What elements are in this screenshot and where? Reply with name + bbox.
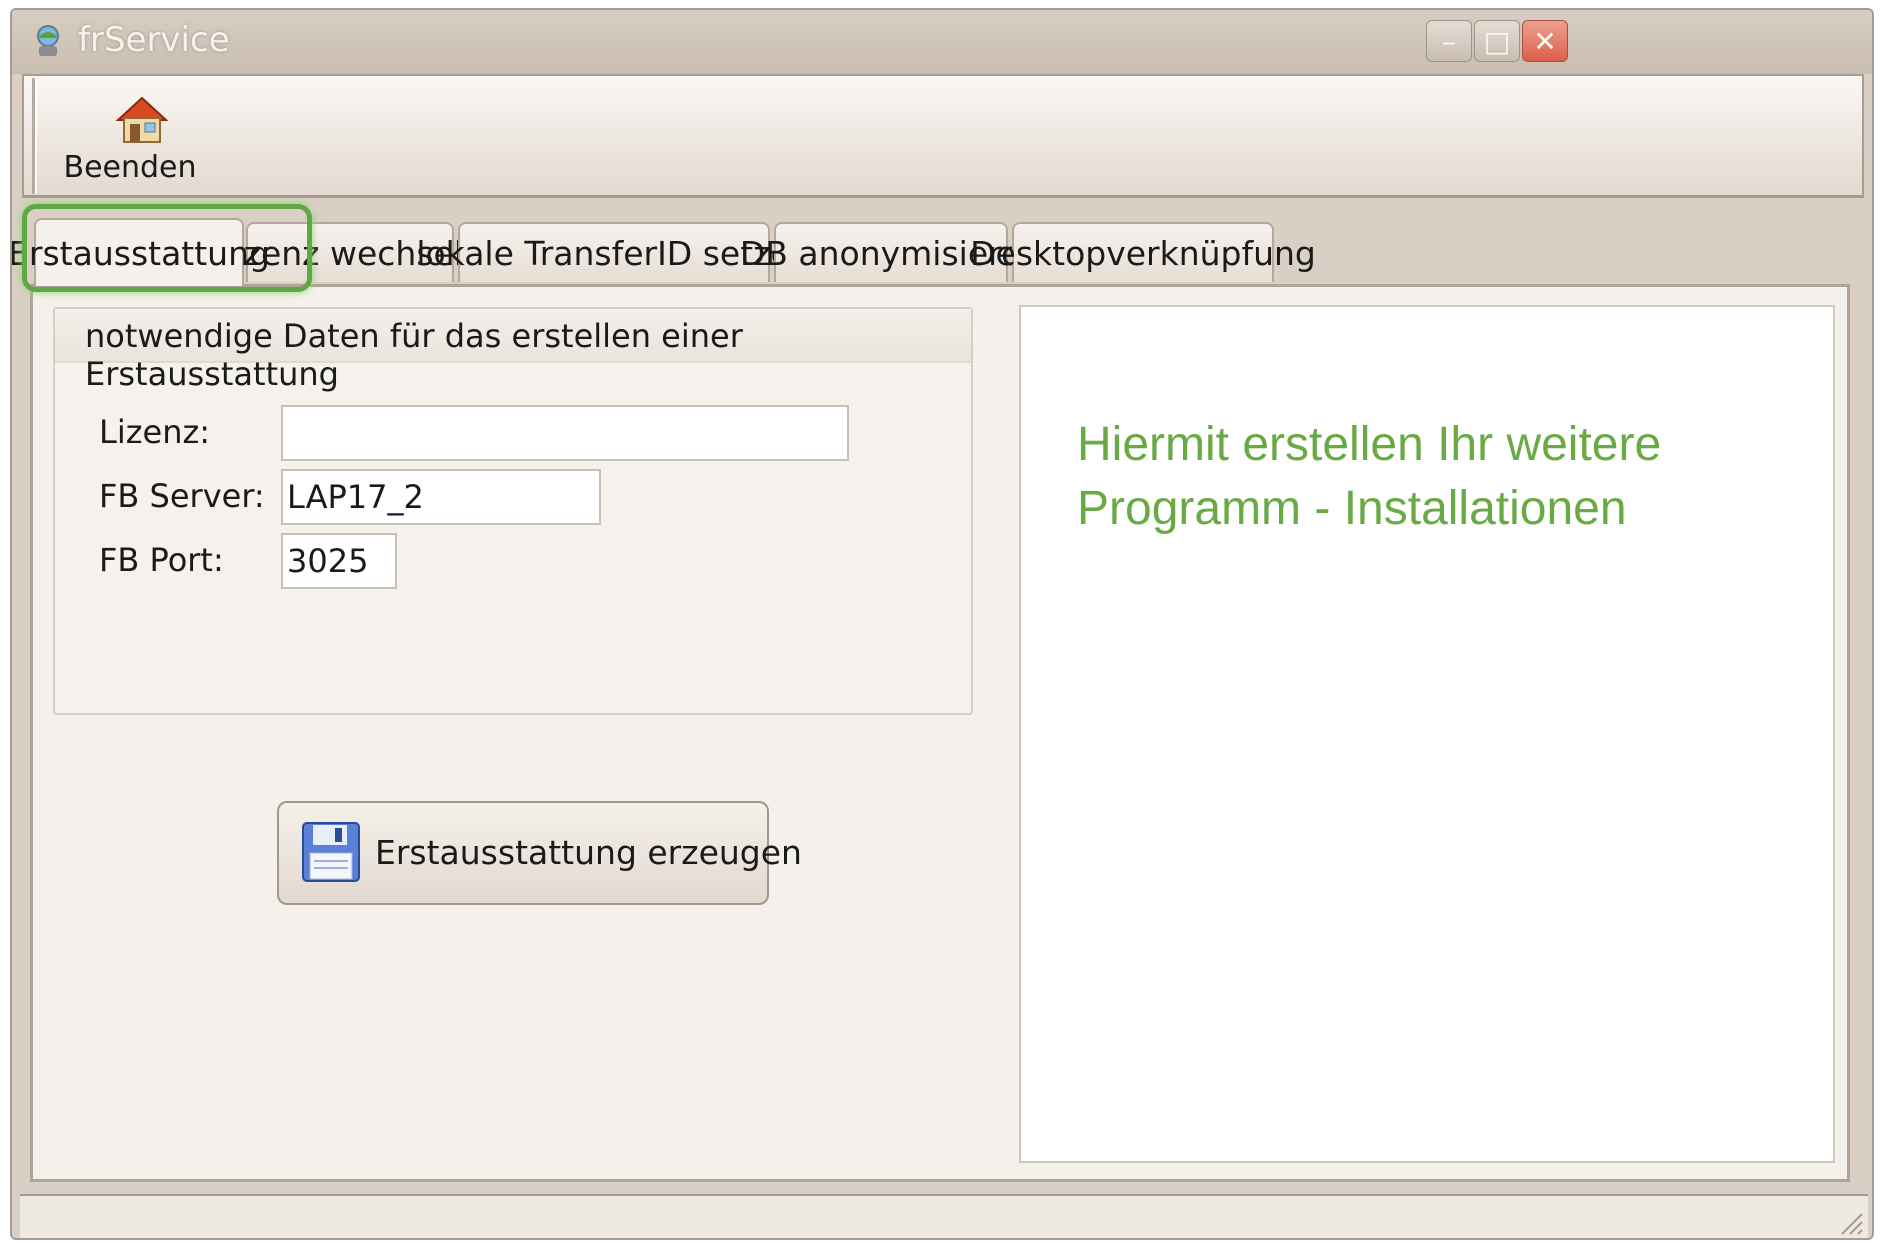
app-window: frService – □ ✕ Beenden Erstausstattung [10,8,1874,1240]
toolbar-grip[interactable] [32,78,37,194]
info-line-1: Hiermit erstellen Ihr weitere [1077,418,1662,471]
maximize-button[interactable]: □ [1474,20,1520,62]
group-title: notwendige Daten für das erstellen einer… [85,317,743,393]
title-bar[interactable]: frService – □ ✕ [12,10,1872,74]
quit-label: Beenden [63,150,197,185]
maximize-icon: □ [1483,24,1511,58]
tab-label: Erstausstattung [10,233,270,273]
status-bar [20,1194,1868,1238]
fb-port-input[interactable] [281,533,397,589]
app-icon [37,25,59,56]
home-icon [115,96,169,143]
create-button-label: Erstausstattung erzeugen [375,833,802,872]
tab-desktopverknuepfung[interactable]: Desktopverknüpfung [970,222,1316,282]
close-button[interactable]: ✕ [1522,20,1568,62]
create-erstausstattung-button[interactable]: Erstausstattung erzeugen [277,801,802,905]
info-panel: Hiermit erstellen Ihr weitere Programm -… [1019,305,1835,1163]
toolbar: Beenden [22,74,1864,198]
fb-server-label: FB Server: [99,477,265,515]
group-header: notwendige Daten für das erstellen einer… [55,309,971,393]
info-line-2: Programm - Installationen [1077,482,1627,535]
fb-port-label: FB Port: [99,541,224,579]
quit-button[interactable]: Beenden [60,86,200,194]
minimize-button[interactable]: – [1426,20,1472,62]
license-label: Lizenz: [99,413,211,451]
close-icon: ✕ [1533,24,1557,58]
resize-grip-icon[interactable] [1834,1206,1864,1236]
window-title: frService [78,20,230,60]
info-text: Hiermit erstellen Ihr weitere Programm -… [1077,413,1797,541]
required-data-group: notwendige Daten für das erstellen einer… [53,307,973,715]
license-input[interactable] [281,405,849,461]
tab-erstausstattung[interactable]: Erstausstattung [12,218,270,286]
tab-transferid[interactable]: lokale TransferID setzen [416,222,812,282]
tab-panel-erstausstattung: notwendige Daten für das erstellen einer… [30,284,1850,1182]
fb-server-input[interactable] [281,469,601,525]
tab-label: Desktopverknüpfung [970,233,1316,273]
minimize-icon: – [1442,24,1456,58]
floppy-disk-icon [302,822,360,882]
